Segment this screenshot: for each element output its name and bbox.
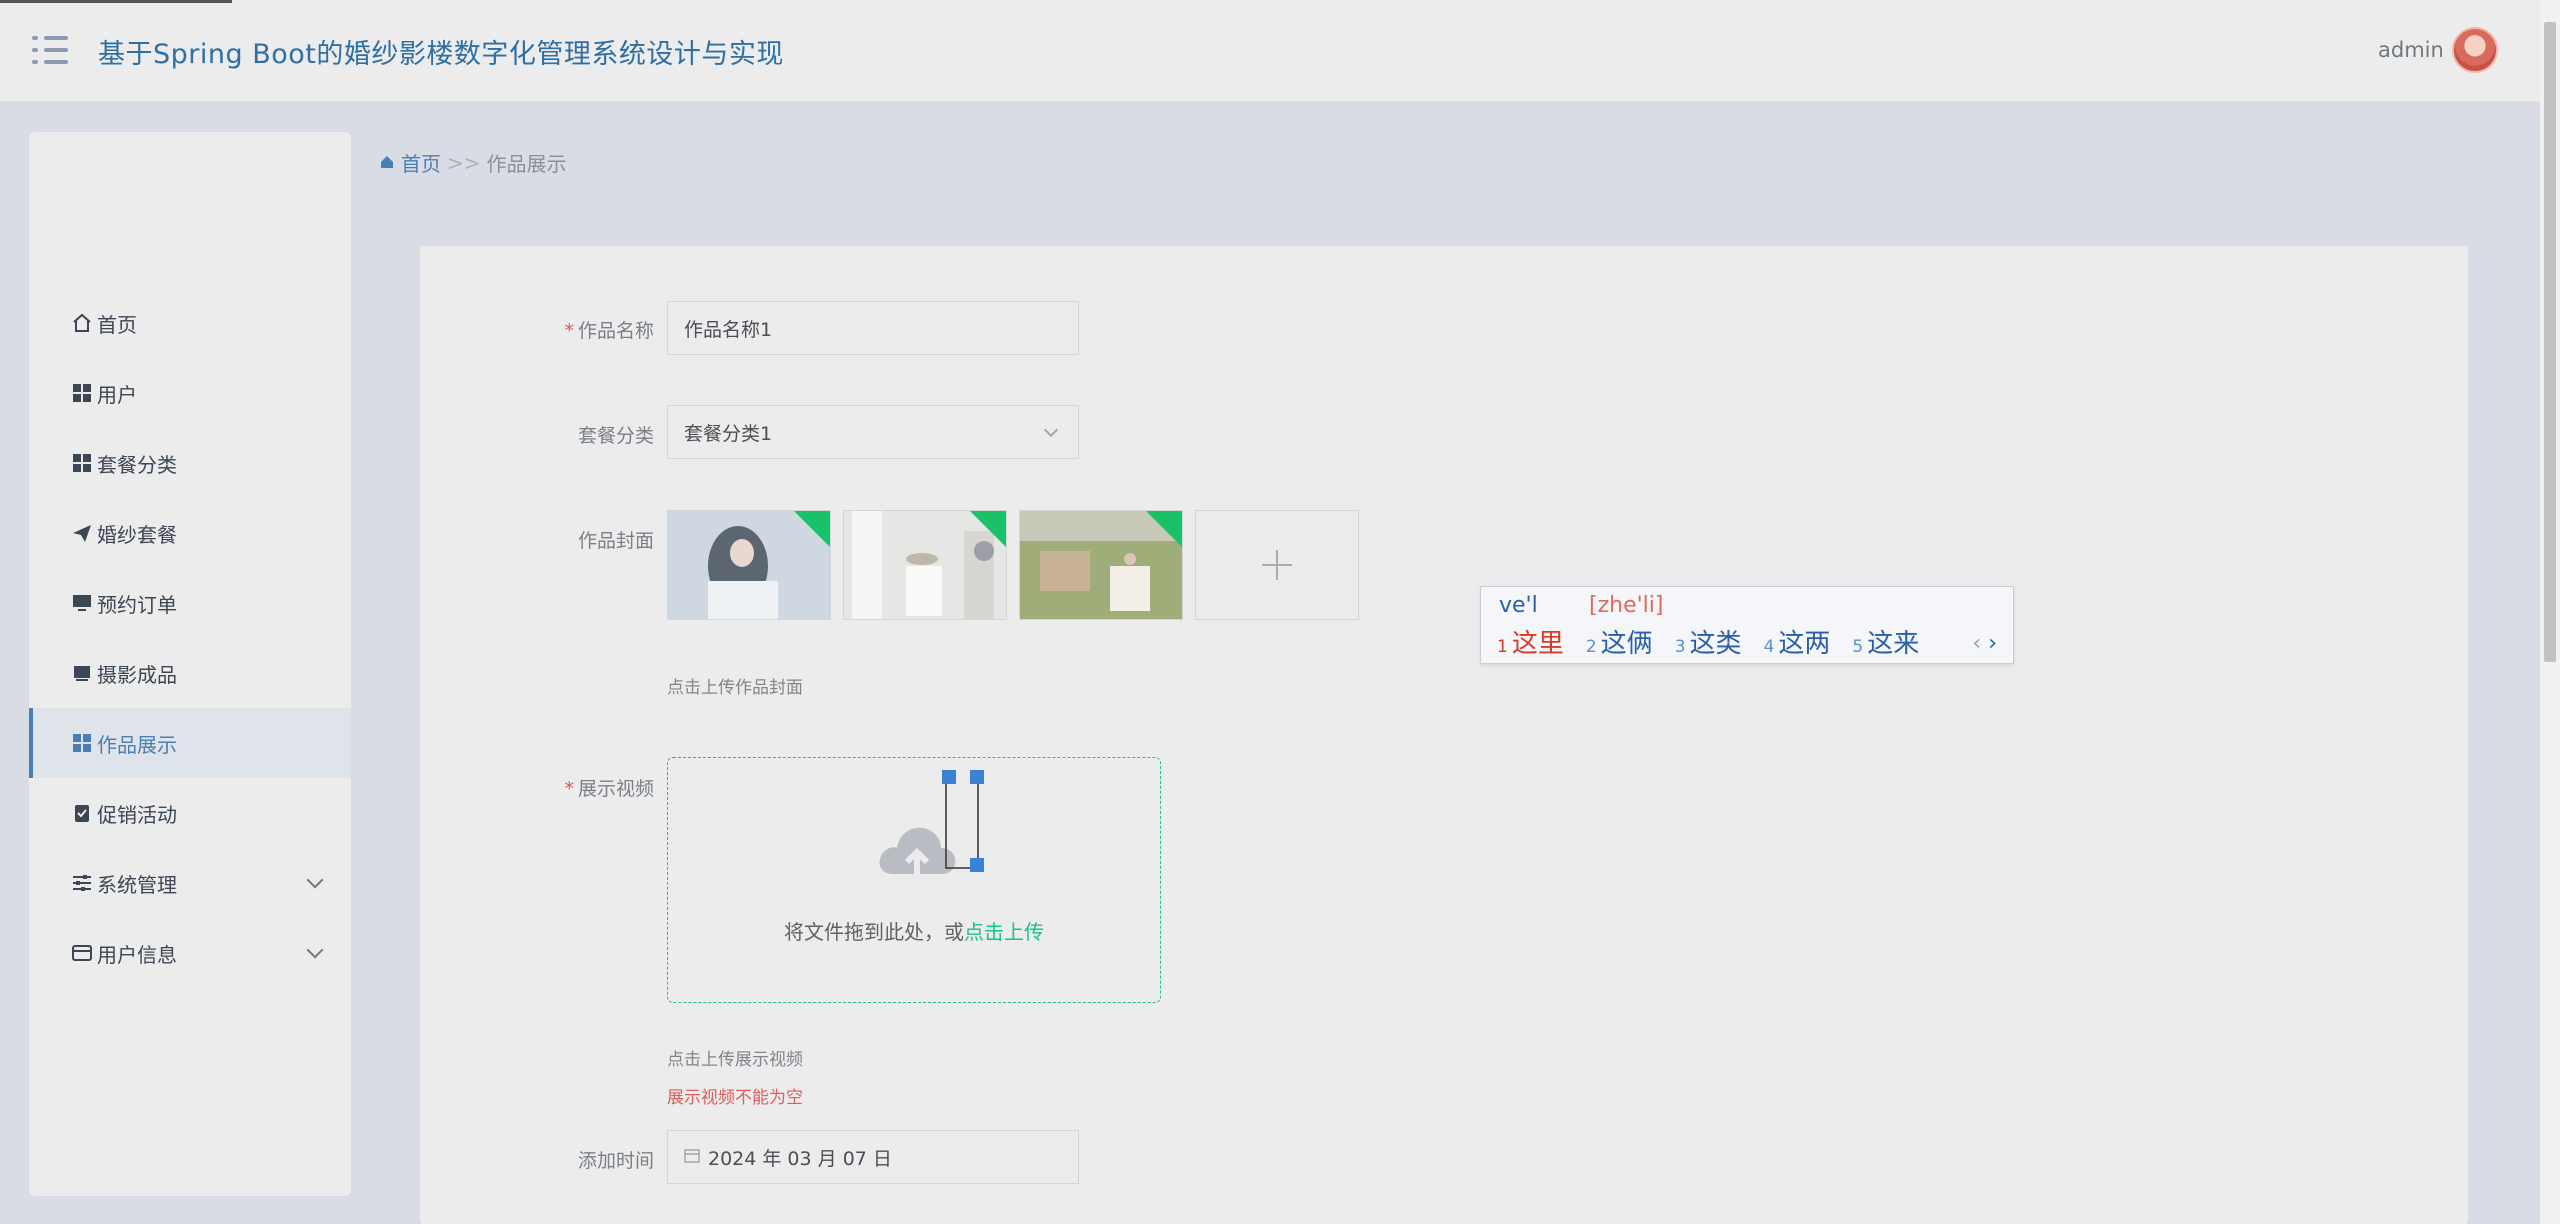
ime-candidate[interactable]: 2 这俩 xyxy=(1586,623,1653,660)
video-dropzone[interactable]: 将文件拖到此处，或点击上传 xyxy=(667,757,1161,1003)
avatar[interactable] xyxy=(2452,27,2498,73)
ime-page-nav: ‹ › xyxy=(1972,631,1997,656)
sidebar-item-label: 用户 xyxy=(97,382,137,407)
grid-icon xyxy=(71,382,93,404)
sidebar-item-label: 套餐分类 xyxy=(97,452,177,477)
home-icon xyxy=(71,312,93,334)
menu-toggle-icon[interactable] xyxy=(32,34,68,66)
scrollbar-thumb[interactable] xyxy=(2544,22,2556,662)
chevron-down-icon xyxy=(306,941,324,959)
sidebar-item-photo-products[interactable]: 摄影成品 xyxy=(29,638,351,708)
ime-next-page[interactable]: › xyxy=(1988,631,1997,656)
upload-success-badge xyxy=(970,511,1006,547)
ime-candidate-window: ve'l [zhe'li] 1 这里 2 这俩 3 这类 4 这两 5 这来 ‹ › xyxy=(1480,586,2014,664)
ime-composition: ve'l xyxy=(1499,593,1538,618)
name-input[interactable]: 作品名称1 xyxy=(667,301,1079,355)
sidebar-item-label: 首页 xyxy=(97,312,137,337)
sidebar-item-booking-orders[interactable]: 预约订单 xyxy=(29,568,351,638)
sidebar-item-label: 作品展示 xyxy=(97,732,177,757)
calendar-icon xyxy=(684,1146,700,1168)
monitor-icon xyxy=(71,592,93,614)
add-cover-button[interactable] xyxy=(1195,510,1359,620)
date-value: 2024 年 03 月 07 日 xyxy=(708,1147,892,1170)
page-progress-bar xyxy=(0,0,232,3)
sidebar-item-label: 促销活动 xyxy=(97,802,177,827)
sidebar-item-label: 婚纱套餐 xyxy=(97,522,177,547)
inbox-icon xyxy=(71,662,93,684)
sidebar-item-works[interactable]: 作品展示 xyxy=(29,708,351,778)
wallet-icon xyxy=(71,942,93,964)
sidebar-item-label: 系统管理 xyxy=(97,872,177,897)
clipboard-check-icon xyxy=(71,802,93,824)
cover-thumbnail[interactable] xyxy=(843,510,1007,620)
cover-hint: 点击上传作品封面 xyxy=(667,678,803,698)
paper-plane-icon xyxy=(71,522,93,544)
date-picker[interactable]: 2024 年 03 月 07 日 xyxy=(667,1130,1079,1184)
ime-prev-page[interactable]: ‹ xyxy=(1972,631,1981,656)
sidebar-item-system-management[interactable]: 系统管理 xyxy=(29,848,351,918)
ime-candidate[interactable]: 1 这里 xyxy=(1497,623,1564,660)
breadcrumb: 首页 >> 作品展示 xyxy=(379,148,567,177)
cover-thumbnail[interactable] xyxy=(1019,510,1183,620)
sliders-icon xyxy=(71,872,93,894)
selection-handles-overlay xyxy=(942,768,986,876)
sidebar-item-home[interactable]: 首页 xyxy=(29,288,351,358)
category-selected-value: 套餐分类1 xyxy=(684,422,773,445)
grid-icon xyxy=(71,732,93,754)
chevron-down-icon xyxy=(1043,422,1059,438)
top-header: 基于Spring Boot的婚纱影楼数字化管理系统设计与实现 admin xyxy=(0,0,2540,102)
time-label: 添加时间 xyxy=(577,1150,654,1172)
cover-label: 作品封面 xyxy=(577,530,654,552)
click-upload-link[interactable]: 点击上传 xyxy=(964,920,1044,944)
chevron-down-icon xyxy=(306,871,324,889)
page-scrollbar[interactable] xyxy=(2540,0,2560,1224)
ime-candidate[interactable]: 5 这来 xyxy=(1852,623,1919,660)
sidebar-item-promotions[interactable]: 促销活动 xyxy=(29,778,351,848)
breadcrumb-separator: >> xyxy=(447,150,481,175)
sidebar-item-package-category[interactable]: 套餐分类 xyxy=(29,428,351,498)
sidebar-item-wedding-package[interactable]: 婚纱套餐 xyxy=(29,498,351,568)
video-label: * 展示视频 xyxy=(564,778,654,800)
grid-icon xyxy=(71,452,93,474)
sidebar-item-users[interactable]: 用户 xyxy=(29,358,351,428)
home-icon xyxy=(379,151,395,175)
category-select[interactable]: 套餐分类1 xyxy=(667,405,1079,459)
cover-thumbnail[interactable] xyxy=(667,510,831,620)
ime-candidates: 1 这里 2 这俩 3 这类 4 这两 5 这来 xyxy=(1497,623,1919,660)
sidebar-item-label: 摄影成品 xyxy=(97,662,177,687)
form-card xyxy=(420,246,2468,1224)
sidebar-item-label: 用户信息 xyxy=(97,942,177,967)
breadcrumb-current: 作品展示 xyxy=(486,152,567,176)
video-error: 展示视频不能为空 xyxy=(667,1088,803,1108)
sidebar: 首页 用户 套餐分类 婚纱套餐 预约订单 摄影成品 作品展示 促销活动 系统管理… xyxy=(29,132,351,1196)
upload-success-badge xyxy=(1146,511,1182,547)
ime-candidate[interactable]: 4 这两 xyxy=(1764,623,1831,660)
name-label: * 作品名称 xyxy=(564,320,654,342)
app-title: 基于Spring Boot的婚纱影楼数字化管理系统设计与实现 xyxy=(98,39,784,70)
breadcrumb-home-link[interactable]: 首页 xyxy=(401,148,441,177)
dropzone-text: 将文件拖到此处，或点击上传 xyxy=(784,920,1044,944)
video-hint: 点击上传展示视频 xyxy=(667,1050,803,1070)
upload-success-badge xyxy=(794,511,830,547)
user-name[interactable]: admin xyxy=(2378,38,2444,62)
ime-pinyin: [zhe'li] xyxy=(1589,593,1664,618)
ime-candidate[interactable]: 3 这类 xyxy=(1675,623,1742,660)
sidebar-item-label: 预约订单 xyxy=(97,592,177,617)
category-label: 套餐分类 xyxy=(577,425,654,447)
sidebar-item-user-info[interactable]: 用户信息 xyxy=(29,918,351,988)
